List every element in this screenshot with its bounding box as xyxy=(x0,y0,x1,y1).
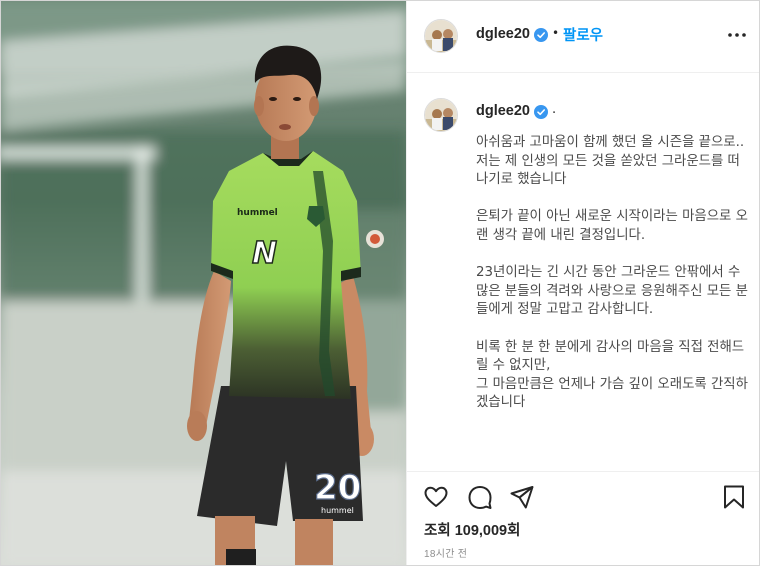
post-photo[interactable]: 20 hummel hummel N xyxy=(1,1,406,565)
separator-dot: • xyxy=(552,26,560,40)
avatar[interactable] xyxy=(424,19,458,53)
caption-paragraph-1: 아쉬움과 고마움이 함께 했던 올 시즌을 끝으로.. 저는 제 인생의 모든 … xyxy=(476,135,745,188)
caption-text: 아쉬움과 고마움이 함께 했던 올 시즌을 끝으로.. 저는 제 인생의 모든 … xyxy=(476,134,752,432)
caption-avatar[interactable] xyxy=(424,98,458,132)
verified-badge-icon xyxy=(534,105,548,119)
caption-dot: . xyxy=(552,102,557,117)
caption-area: dglee20 . 아쉬움과 고마움이 함께 했던 올 시즌을 끝으로.. 저는… xyxy=(407,74,759,472)
caption-paragraph-2: 은퇴가 끝이 아닌 새로운 시작이라는 마음으로 오랜 생각 끝에 내린 결정입… xyxy=(476,209,748,243)
verified-badge-icon xyxy=(534,28,548,42)
instagram-post: 20 hummel hummel N dglee20 • 팔로우 dglee20… xyxy=(0,0,760,566)
share-icon[interactable] xyxy=(508,483,536,511)
post-side-panel: dglee20 • 팔로우 dglee20 . 아쉬움과 고마움이 함께 했던 … xyxy=(406,1,759,565)
shirt-brand: hummel xyxy=(237,208,278,218)
caption-paragraph-4: 비록 한 분 한 분에게 감사의 마음을 직접 전해드릴 수 없지만, 그 마음… xyxy=(476,339,748,411)
post-timestamp[interactable]: 18시간 전 xyxy=(424,545,467,560)
action-bar xyxy=(407,473,759,521)
bookmark-icon[interactable] xyxy=(720,483,748,511)
caption-username[interactable]: dglee20 xyxy=(476,103,530,119)
player-photo-image: 20 hummel hummel N xyxy=(1,1,406,565)
follow-button[interactable]: 팔로우 xyxy=(563,24,603,45)
heart-icon[interactable] xyxy=(422,483,450,511)
jersey-number: 20 xyxy=(314,468,361,508)
post-header: dglee20 • 팔로우 xyxy=(407,1,759,73)
caption-paragraph-3: 23년이라는 긴 시간 동안 그라운드 안팎에서 수많은 분들의 격려와 사랑으… xyxy=(476,265,748,318)
view-count: 조회 109,009회 xyxy=(424,523,521,539)
more-options-icon[interactable] xyxy=(727,27,747,43)
username[interactable]: dglee20 xyxy=(476,26,530,42)
shorts-brand: hummel xyxy=(321,506,354,515)
shirt-sponsor-logo: N xyxy=(252,236,277,271)
comment-icon[interactable] xyxy=(466,483,494,511)
